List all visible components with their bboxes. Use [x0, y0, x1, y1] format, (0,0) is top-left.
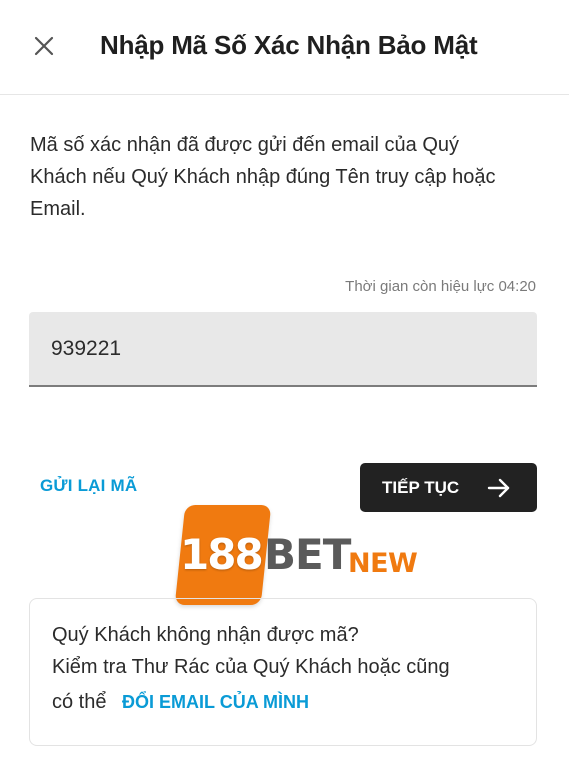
logo-number: 188: [180, 530, 264, 579]
help-question: Quý Khách không nhận được mã?: [52, 624, 359, 646]
logo-suffix: NEW: [348, 548, 418, 579]
arrow-right-icon: [487, 478, 510, 498]
brand-logo: 188 BET NEW: [174, 502, 418, 610]
resend-code-link[interactable]: GỬI LẠI MÃ: [40, 476, 137, 496]
help-alternative: có thể ĐỔI EMAIL CỦA MÌNH: [52, 686, 514, 718]
continue-button-label: TIẾP TỤC: [382, 477, 460, 497]
instruction-text: Mã số xác nhận đã được gửi đến email của…: [30, 134, 496, 220]
verification-code-input[interactable]: [29, 312, 537, 387]
close-button[interactable]: [28, 30, 60, 62]
validity-timer: Thời gian còn hiệu lực 04:20: [345, 278, 536, 295]
page-title: Nhập Mã Số Xác Nhận Bảo Mật: [100, 30, 478, 60]
logo-brand: BET: [264, 530, 351, 579]
change-email-link[interactable]: ĐỔI EMAIL CỦA MÌNH: [122, 692, 309, 712]
dialog-header: Nhập Mã Số Xác Nhận Bảo Mật: [0, 0, 569, 95]
help-box: Quý Khách không nhận được mã? Kiểm tra T…: [29, 598, 537, 746]
help-alternative-text: có thể: [52, 691, 107, 713]
help-spam-hint: Kiểm tra Thư Rác của Quý Khách hoặc cũng: [52, 656, 450, 678]
close-icon: [34, 36, 54, 56]
